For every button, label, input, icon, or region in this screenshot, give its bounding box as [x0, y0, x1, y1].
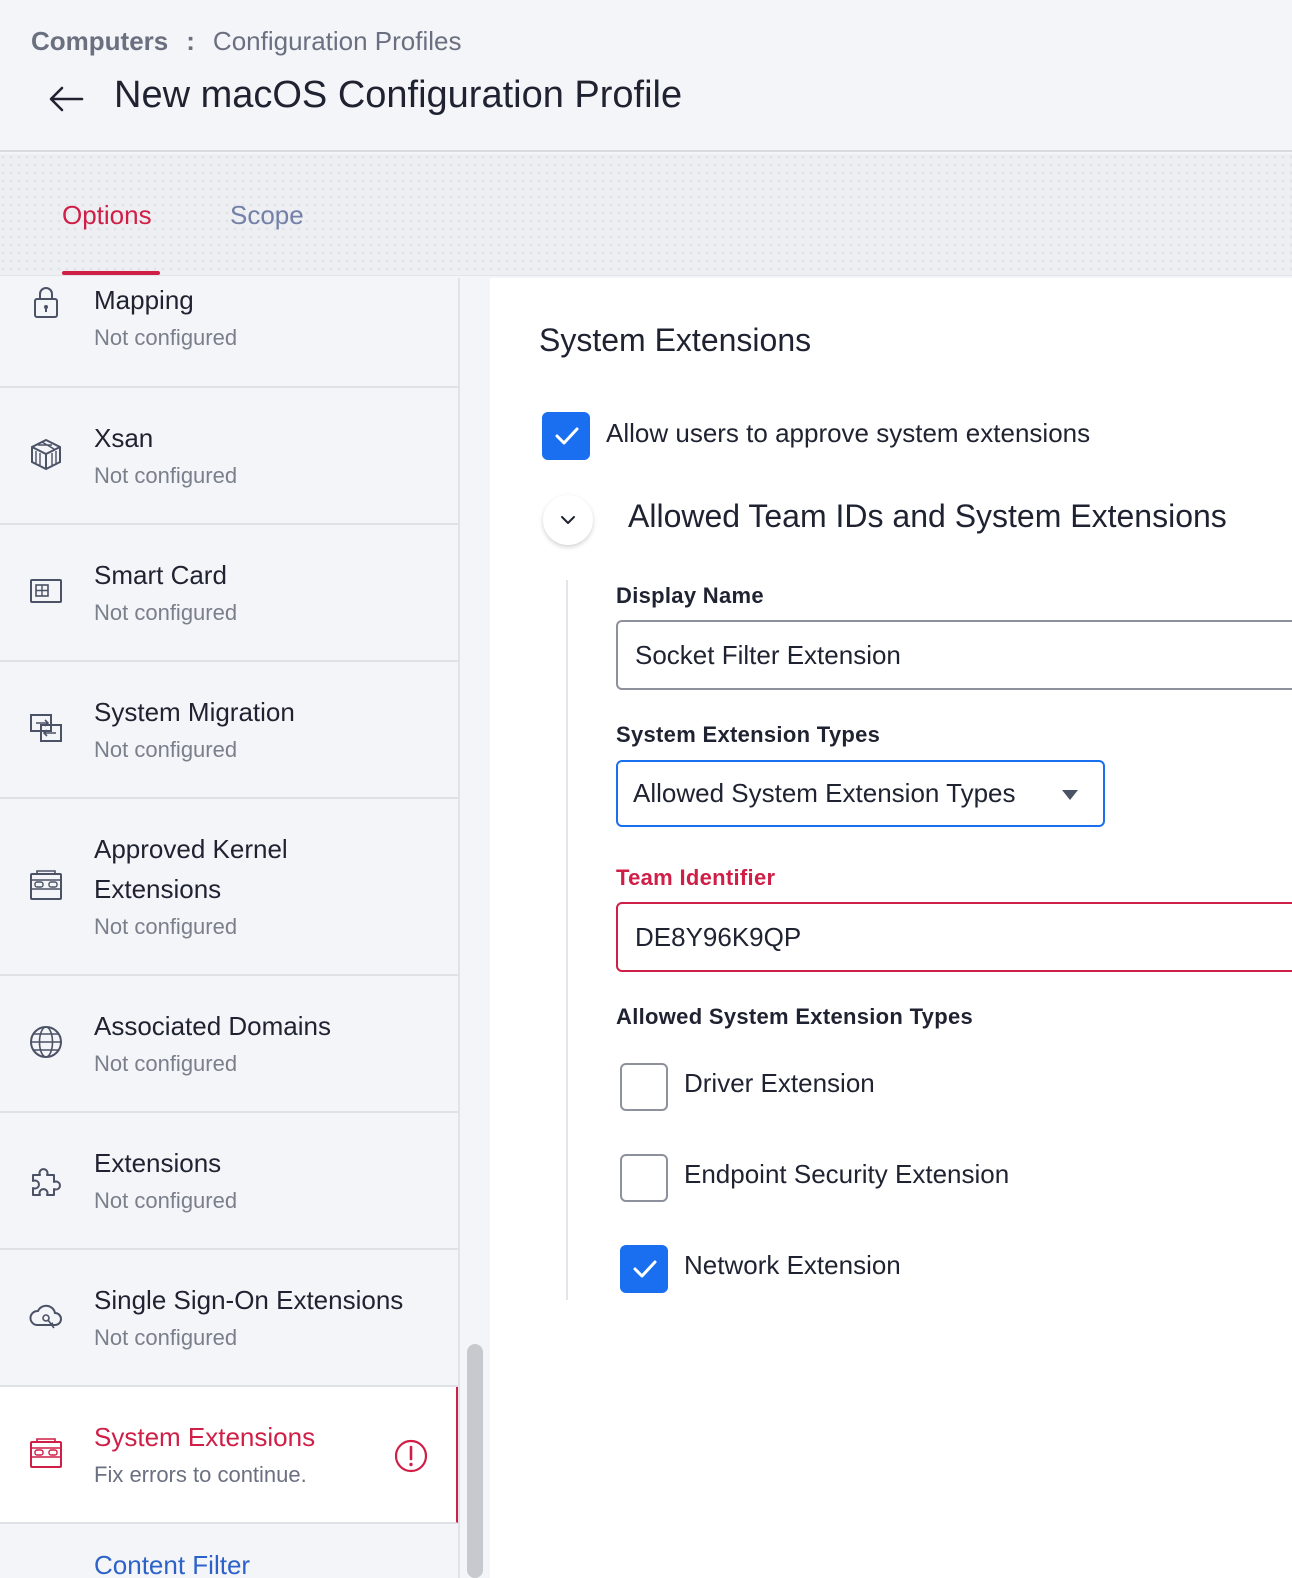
section-title: System Extensions — [539, 322, 812, 358]
chevron-down-icon — [561, 516, 575, 524]
breadcrumb-computers[interactable]: Computers — [31, 26, 168, 57]
system-extension-types-label: System Extension Types — [616, 722, 881, 747]
sidebar-item-title: Approved Kernel — [94, 834, 288, 864]
sidebar-item-smart-card[interactable]: Smart Card Not configured — [0, 525, 458, 662]
tab-options[interactable]: Options — [62, 200, 152, 231]
page-header: Computers : Configuration Profiles New m… — [0, 0, 1292, 152]
sidebar-item-status: Not configured — [94, 1051, 238, 1076]
endpoint-security-extension-checkbox[interactable] — [620, 1154, 668, 1202]
sidebar-item-status: Not configured — [94, 914, 238, 939]
sidebar-item-status: Fix errors to continue. — [94, 1462, 307, 1487]
sidebar-item-approved-kernel-extensions[interactable]: Approved Kernel Extensions Not configure… — [0, 799, 458, 976]
display-name-label: Display Name — [616, 583, 764, 608]
network-extension-label: Network Extension — [684, 1250, 901, 1280]
sidebar-item-title: Associated Domains — [94, 1011, 331, 1041]
payload-sidebar: Mapping Not configured Xsan Not configur… — [0, 278, 460, 1578]
collapse-toggle[interactable] — [543, 495, 593, 545]
allowed-types-label: Allowed System Extension Types — [616, 1004, 974, 1029]
cube-icon — [28, 436, 64, 472]
back-arrow-icon[interactable] — [46, 82, 86, 116]
sidebar-item-title: Mapping — [94, 285, 194, 315]
section-divider-line — [566, 580, 568, 1300]
sidebar-item-title: Smart Card — [94, 560, 227, 590]
sidebar-item-xsan[interactable]: Xsan Not configured — [0, 388, 458, 525]
sidebar-item-title: System Migration — [94, 697, 295, 727]
breadcrumb: Computers : Configuration Profiles — [31, 26, 462, 57]
network-extension-checkbox[interactable] — [620, 1245, 668, 1293]
sidebar-item-title: Single Sign-On Extensions — [94, 1285, 404, 1315]
sidebar-item-single-sign-on-extensions[interactable]: Single Sign-On Extensions Not configured — [0, 1250, 458, 1387]
display-name-input[interactable]: Socket Filter Extension — [616, 620, 1292, 690]
system-extension-types-select[interactable]: Allowed System Extension Types — [616, 760, 1105, 827]
sidebar-item-system-migration[interactable]: System Migration Not configured — [0, 662, 458, 799]
puzzle-icon — [28, 1163, 64, 1199]
caret-down-icon — [1062, 790, 1078, 800]
sidebar-item-system-extensions[interactable]: System Extensions Fix errors to continue… — [0, 1387, 458, 1524]
sidebar-item-title-line2: Extensions — [94, 874, 222, 904]
lock-icon — [28, 284, 64, 320]
sidebar-item-title: System Extensions — [94, 1422, 316, 1452]
active-tab-indicator — [62, 271, 160, 275]
sidebar-item-status: Not configured — [94, 463, 238, 488]
sidebar-item-title: Extensions — [94, 1148, 222, 1178]
sidebar-item-extensions[interactable]: Extensions Not configured — [0, 1113, 458, 1250]
sidebar-scrollbar[interactable] — [467, 1344, 483, 1578]
driver-extension-label: Driver Extension — [684, 1068, 875, 1098]
allow-users-label: Allow users to approve system extensions — [606, 418, 1091, 448]
sidebar-item-title: Xsan — [94, 423, 154, 453]
tab-bar: Options Scope — [0, 154, 1292, 276]
smart-card-icon — [28, 573, 64, 609]
sidebar-item-mapping[interactable]: Mapping Not configured — [0, 278, 458, 388]
team-identifier-input[interactable]: DE8Y96K9QP — [616, 902, 1292, 972]
system-extensions-panel: System Extensions Allow users to approve… — [490, 278, 1292, 1578]
error-icon — [394, 1439, 428, 1473]
select-value: Allowed System Extension Types — [633, 778, 1016, 808]
allow-users-checkbox[interactable] — [542, 412, 590, 460]
breadcrumb-separator: : — [186, 26, 195, 56]
sidebar-item-associated-domains[interactable]: Associated Domains Not configured — [0, 976, 458, 1113]
migration-icon — [28, 710, 64, 746]
breadcrumb-configuration-profiles[interactable]: Configuration Profiles — [213, 26, 462, 57]
cloud-key-icon — [28, 1298, 64, 1334]
sidebar-item-status: Not configured — [94, 1188, 238, 1213]
endpoint-security-extension-label: Endpoint Security Extension — [684, 1159, 1010, 1189]
page-title: New macOS Configuration Profile — [114, 74, 683, 116]
sidebar-item-content-filter[interactable]: Content Filter — [94, 1550, 250, 1578]
team-identifier-label: Team Identifier — [616, 865, 776, 890]
sidebar-item-status: Not configured — [94, 737, 238, 762]
sidebar-item-status: Not configured — [94, 600, 238, 625]
kernel-extension-icon — [28, 867, 64, 903]
globe-icon — [28, 1024, 64, 1060]
sidebar-item-status: Not configured — [94, 325, 238, 350]
sidebar-item-status: Not configured — [94, 1325, 238, 1350]
subsection-title: Allowed Team IDs and System Extensions — [628, 498, 1227, 534]
system-extension-icon — [28, 1435, 64, 1471]
tab-scope[interactable]: Scope — [230, 200, 304, 231]
driver-extension-checkbox[interactable] — [620, 1063, 668, 1111]
